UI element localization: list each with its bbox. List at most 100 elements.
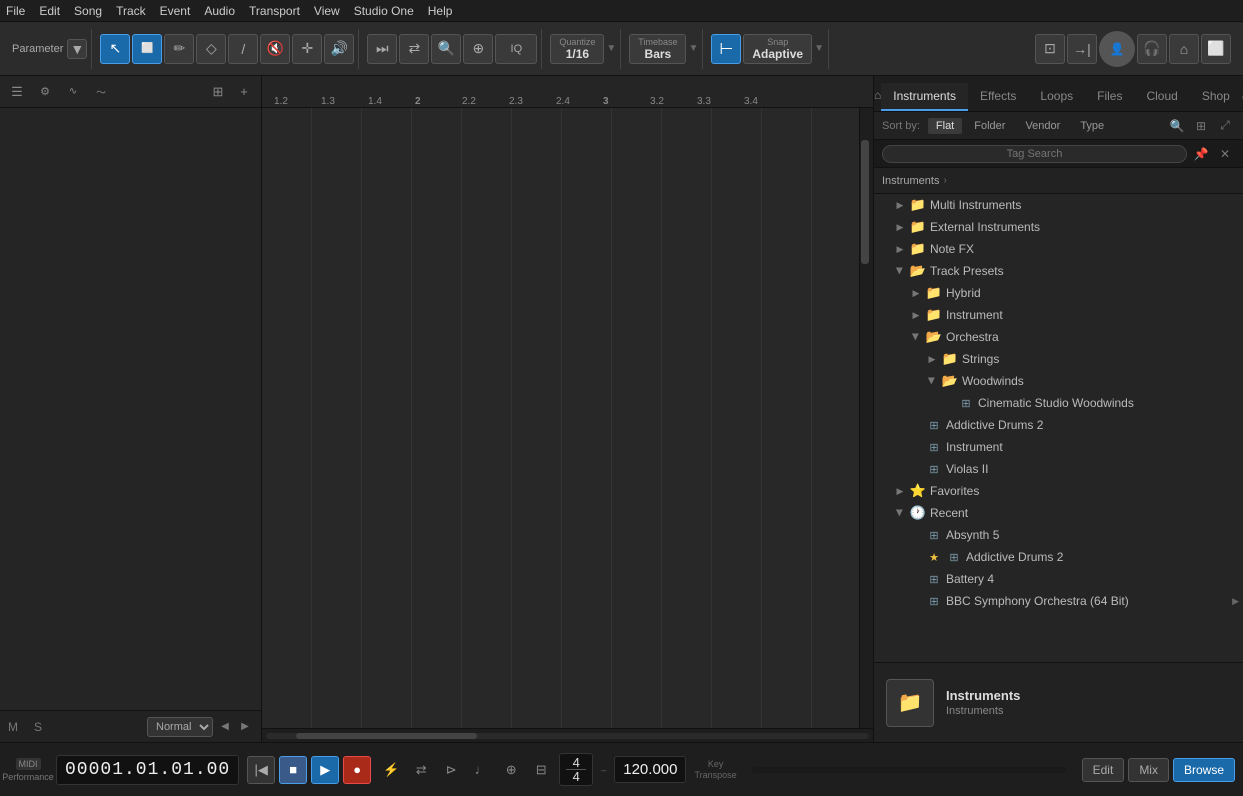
track-list-btn[interactable]: ☰	[6, 81, 28, 103]
tree-item-track-presets[interactable]: ▶📂Track Presets	[874, 260, 1243, 282]
menu-event[interactable]: Event	[160, 4, 191, 18]
normal-dropdown[interactable]: Normal	[147, 717, 213, 737]
zoom-out-btn[interactable]: 🔍	[431, 34, 461, 64]
tree-item-bbc-symphony[interactable]: ⊞BBC Symphony Orchestra (64 Bit)▶	[874, 590, 1243, 612]
sort-folder-btn[interactable]: Folder	[966, 118, 1013, 134]
search-pin-btn[interactable]: 📌	[1191, 144, 1211, 164]
tree-item-instrument[interactable]: ▶📁Instrument	[874, 304, 1243, 326]
tree-item-battery-4[interactable]: ⊞Battery 4	[874, 568, 1243, 590]
tree-item-external-instruments[interactable]: ▶📁External Instruments	[874, 216, 1243, 238]
timing-icon-btn[interactable]: ⊕	[499, 758, 523, 782]
tab-effects[interactable]: Effects	[968, 83, 1028, 111]
tab-loops[interactable]: Loops	[1028, 83, 1085, 111]
star-icon-addictive-drums-2-recent[interactable]: ★	[926, 549, 942, 565]
quantize-box[interactable]: Quantize 1/16	[550, 34, 604, 64]
tree-item-multi-instruments[interactable]: ▶📁Multi Instruments	[874, 194, 1243, 216]
tag-search-input[interactable]	[882, 145, 1187, 163]
tree-arrow-note-fx[interactable]: ▶	[894, 243, 906, 255]
tree-arrow-orchestra[interactable]: ▶	[910, 331, 922, 343]
tree-item-instrument2[interactable]: ⊞Instrument	[874, 436, 1243, 458]
arrange-vscroll[interactable]	[859, 108, 873, 728]
arrange-content[interactable]	[262, 108, 859, 728]
mix-tab-btn[interactable]: Mix	[1128, 758, 1169, 782]
time-display[interactable]: 00001.01.01.00	[56, 755, 239, 785]
quantize-dropdown-arrow[interactable]: ▼	[606, 43, 616, 54]
track-scroll-right[interactable]: ▶	[237, 719, 253, 735]
pencil-tool-btn[interactable]: ✏	[164, 34, 194, 64]
tree-item-absynth-5[interactable]: ⊞Absynth 5	[874, 524, 1243, 546]
select-range-btn[interactable]: ⬜	[132, 34, 162, 64]
punch-icon-btn[interactable]: ⊳	[439, 758, 463, 782]
tree-arrow-external-instruments[interactable]: ▶	[894, 221, 906, 233]
tree-item-strings[interactable]: ▶📁Strings	[874, 348, 1243, 370]
tree-arrow-strings[interactable]: ▶	[926, 353, 938, 365]
sort-search-icon[interactable]: 🔍	[1167, 116, 1187, 136]
sort-vendor-btn[interactable]: Vendor	[1017, 118, 1068, 134]
tempo-display[interactable]: 120.000	[614, 756, 686, 783]
tree-arrow-favorites[interactable]: ▶	[894, 485, 906, 497]
tree-arrow-hybrid[interactable]: ▶	[910, 287, 922, 299]
time-signature[interactable]: 4 4	[559, 753, 593, 786]
tab-files[interactable]: Files	[1085, 83, 1134, 111]
loop-region-btn[interactable]: ⊡	[1035, 34, 1065, 64]
mute-tool-btn[interactable]: 🔇	[260, 34, 290, 64]
metronome-icon-btn[interactable]: ♩	[469, 758, 493, 782]
menu-audio[interactable]: Audio	[204, 4, 235, 18]
snap-btn[interactable]: ⊢	[711, 34, 741, 64]
user-avatar[interactable]: 👤	[1099, 31, 1135, 67]
sort-flat-btn[interactable]: Flat	[928, 118, 962, 134]
headphones-btn[interactable]: 🎧	[1137, 34, 1167, 64]
tree-item-violas-ii[interactable]: ⊞Violas II	[874, 458, 1243, 480]
iq-btn[interactable]: IQ	[495, 34, 537, 64]
tree-item-note-fx[interactable]: ▶📁Note FX	[874, 238, 1243, 260]
loop-icon-btn[interactable]: ⇄	[409, 758, 433, 782]
hscroll-thumb[interactable]	[296, 733, 477, 739]
tree-item-favorites[interactable]: ▶⭐Favorites	[874, 480, 1243, 502]
tree-item-orchestra[interactable]: ▶📂Orchestra	[874, 326, 1243, 348]
tree-arrow-multi-instruments[interactable]: ▶	[894, 199, 906, 211]
menu-help[interactable]: Help	[428, 4, 453, 18]
rewind-to-start-btn[interactable]: |◀	[247, 756, 275, 784]
maximize-btn[interactable]: ⬜	[1201, 34, 1231, 64]
menu-studio-one[interactable]: Studio One	[354, 4, 414, 18]
tree-arrow-woodwinds[interactable]: ▶	[926, 375, 938, 387]
volume-tool-btn[interactable]: 🔊	[324, 34, 354, 64]
menu-file[interactable]: File	[6, 4, 25, 18]
tree-item-addictive-drums-2-recent[interactable]: ★⊞Addictive Drums 2	[874, 546, 1243, 568]
tab-shop[interactable]: Shop	[1190, 83, 1242, 111]
tree-item-cinematic-studio-woodwinds[interactable]: ⊞Cinematic Studio Woodwinds	[874, 392, 1243, 414]
zoom-in-btn[interactable]: ⊕	[463, 34, 493, 64]
move-tool-btn[interactable]: ✛	[292, 34, 322, 64]
tab-cloud[interactable]: Cloud	[1134, 83, 1189, 111]
snap-dropdown-arrow[interactable]: ▼	[814, 43, 824, 54]
menu-edit[interactable]: Edit	[39, 4, 60, 18]
track-waves-btn[interactable]: ∿	[62, 81, 84, 103]
menu-song[interactable]: Song	[74, 4, 102, 18]
tab-instruments[interactable]: Instruments	[881, 83, 968, 111]
tree-arrow-track-presets[interactable]: ▶	[894, 265, 906, 277]
tree-item-woodwinds[interactable]: ▶📂Woodwinds	[874, 370, 1243, 392]
tree-item-addictive-drums-2[interactable]: ⊞Addictive Drums 2	[874, 414, 1243, 436]
eraser-tool-btn[interactable]: ◇	[196, 34, 226, 64]
sort-list-icon[interactable]: ⤢	[1215, 116, 1235, 136]
track-plus-btn[interactable]: +	[233, 81, 255, 103]
arrange-hscroll[interactable]	[262, 728, 873, 742]
track-icon-btn[interactable]: ⊟	[529, 758, 553, 782]
search-close-btn[interactable]: ✕	[1215, 144, 1235, 164]
breadcrumb-instruments[interactable]: Instruments	[882, 175, 939, 187]
edit-tab-btn[interactable]: Edit	[1082, 758, 1125, 782]
skip-fwd-btn[interactable]: ⏭	[367, 34, 397, 64]
timebase-dropdown-arrow[interactable]: ▼	[688, 43, 698, 54]
record-btn[interactable]: ●	[343, 756, 371, 784]
home-btn[interactable]: ⌂	[1169, 34, 1199, 64]
track-add-settings-btn[interactable]: ⚙	[34, 81, 56, 103]
parameter-dropdown[interactable]: ▼	[67, 39, 87, 59]
punch-in-btn[interactable]: →|	[1067, 34, 1097, 64]
tree-item-recent[interactable]: ▶🕐Recent	[874, 502, 1243, 524]
track-waves2-btn[interactable]: 〜	[90, 81, 112, 103]
browser-home-btn[interactable]: ⌂	[874, 79, 881, 111]
select-tool-btn[interactable]: ↖	[100, 34, 130, 64]
browse-tab-btn[interactable]: Browse	[1173, 758, 1235, 782]
stop-btn[interactable]: ■	[279, 756, 307, 784]
tree-item-hybrid[interactable]: ▶📁Hybrid	[874, 282, 1243, 304]
